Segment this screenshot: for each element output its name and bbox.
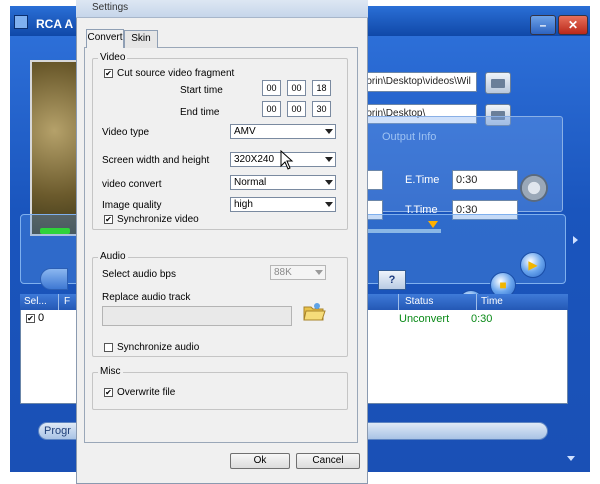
chevron-down-icon (325, 157, 333, 162)
open-folder-icon[interactable] (302, 300, 326, 324)
screen-size-value: 320X240 (234, 154, 275, 165)
start-minutes-field[interactable]: 00 (287, 80, 306, 96)
column-separator (58, 294, 59, 310)
video-convert-label: video convert (102, 179, 162, 190)
column-header-file[interactable]: F (64, 296, 70, 307)
output-path-field[interactable]: Florin\Desktop\videos\Wil (355, 72, 477, 92)
chevron-down-icon (315, 270, 323, 275)
column-separator (476, 294, 477, 310)
close-button[interactable]: ✕ (558, 15, 588, 35)
help-button[interactable]: ? (378, 270, 406, 290)
play-icon: ▶ (528, 258, 538, 272)
tab-convert[interactable]: Convert (86, 29, 124, 48)
video-convert-select[interactable]: Normal (230, 175, 336, 190)
overwrite-label: Overwrite file (117, 387, 176, 398)
video-type-value: AMV (234, 126, 256, 137)
start-seconds-field[interactable]: 18 (312, 80, 331, 96)
settings-title: Settings (92, 2, 129, 13)
start-time-label: Start time (180, 85, 223, 96)
chevron-down-icon (325, 129, 333, 134)
etime-label: E.Time (405, 174, 440, 186)
scroll-down-icon[interactable] (567, 456, 575, 461)
sync-audio-checkbox[interactable] (104, 343, 113, 352)
column-separator (398, 294, 399, 310)
gear-icon[interactable] (520, 174, 548, 202)
screen-size-label: Screen width and height (102, 155, 210, 166)
end-time-label: End time (180, 107, 220, 118)
output-info-label: Output Info (382, 131, 437, 143)
row-time: 0:30 (471, 313, 493, 325)
video-group-title: Video (98, 52, 128, 63)
folder-icon (491, 79, 505, 88)
chevron-down-icon (325, 202, 333, 207)
cut-fragment-label: Cut source video fragment (117, 68, 235, 79)
row-index: 0 (38, 312, 45, 324)
misc-group-title: Misc (98, 366, 123, 377)
video-convert-value: Normal (234, 177, 267, 188)
overwrite-checkbox[interactable]: ✔ (104, 388, 113, 397)
audio-bps-label: Select audio bps (102, 269, 176, 280)
app-logo-icon (14, 15, 28, 29)
image-quality-label: Image quality (102, 200, 162, 211)
ok-button[interactable]: Ok (230, 453, 290, 469)
cancel-button[interactable]: Cancel (296, 453, 360, 469)
column-header-time[interactable]: Time (481, 296, 503, 307)
audio-bps-value: 88K (274, 267, 292, 278)
start-hours-field[interactable]: 00 (262, 80, 281, 96)
audio-bps-select[interactable]: 88K (270, 265, 326, 280)
audio-track-field[interactable] (102, 306, 292, 326)
end-hours-field[interactable]: 00 (262, 101, 281, 117)
play-button[interactable]: ▶ (520, 252, 546, 278)
chevron-down-icon (325, 180, 333, 185)
audio-group-title: Audio (98, 251, 128, 262)
sync-video-label: Synchronize video (117, 214, 199, 225)
sync-audio-label: Synchronize audio (117, 342, 200, 353)
app-title: RCA A (36, 17, 74, 31)
minimize-button[interactable]: – (530, 15, 556, 35)
end-seconds-field[interactable]: 30 (312, 101, 331, 117)
row-select-checkbox[interactable]: ✔ (26, 314, 35, 323)
cut-fragment-checkbox[interactable]: ✔ (104, 69, 113, 78)
expand-right-icon[interactable] (573, 236, 578, 244)
end-minutes-field[interactable]: 00 (287, 101, 306, 117)
image-quality-value: high (234, 199, 253, 210)
etime-field[interactable]: 0:30 (452, 170, 518, 190)
video-type-select[interactable]: AMV (230, 124, 336, 139)
mouse-cursor-icon (280, 150, 294, 170)
image-quality-select[interactable]: high (230, 197, 336, 212)
sync-video-checkbox[interactable]: ✔ (104, 215, 113, 224)
browse-source-button[interactable] (485, 72, 511, 94)
replace-track-label: Replace audio track (102, 292, 191, 303)
row-status: Unconvert (399, 313, 450, 325)
column-header-status[interactable]: Status (405, 296, 433, 307)
seek-slider-knob[interactable] (428, 221, 438, 228)
column-header-select[interactable]: Sel... (24, 296, 47, 307)
left-control-button[interactable] (40, 268, 68, 290)
progress-slider-fill (40, 228, 70, 234)
video-type-label: Video type (102, 127, 150, 138)
tab-skin[interactable]: Skin (124, 30, 158, 48)
progress-label: Progr (44, 425, 71, 437)
